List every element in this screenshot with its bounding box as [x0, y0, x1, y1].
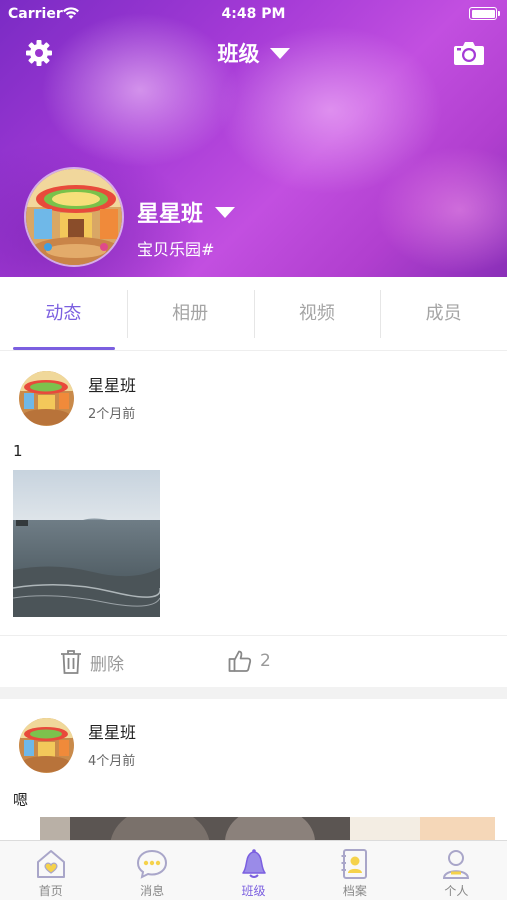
trash-icon: [61, 650, 81, 674]
content-tabs: 动态 相册 视频 成员: [0, 277, 507, 351]
tab-label: 成员: [425, 303, 462, 324]
post-timestamp: 2个月前: [88, 407, 136, 422]
tabbar-label: 个人: [444, 884, 469, 898]
post-text: 嗯: [13, 791, 29, 809]
active-tab-indicator: [13, 347, 115, 350]
tabbar-item-class[interactable]: 班级: [203, 841, 304, 900]
school-name: 宝贝乐园#: [137, 240, 215, 259]
camera-icon[interactable]: [453, 40, 485, 66]
class-header: Carrier 4:48 PM 班级 星星班 宝贝乐园#: [0, 0, 507, 277]
tabbar-item-archive[interactable]: 档案: [304, 841, 405, 900]
post-divider: [0, 687, 507, 699]
tabbar-item-profile[interactable]: 个人: [406, 841, 507, 900]
nav-bar: 班级: [0, 36, 507, 72]
class-avatar[interactable]: [24, 167, 124, 267]
like-button[interactable]: 2: [228, 649, 271, 673]
delete-button[interactable]: 删除: [60, 649, 124, 675]
feed-list[interactable]: 星星班 2个月前 1 删除 2 星星班 4个月前 嗯: [0, 352, 507, 840]
post-header: 星星班 2个月前: [0, 352, 507, 438]
like-count: 2: [260, 651, 271, 671]
chevron-down-icon: [269, 47, 290, 59]
tab-dynamics[interactable]: 动态: [0, 277, 127, 350]
post-header: 星星班 4个月前: [0, 699, 507, 785]
avatar[interactable]: [19, 371, 74, 426]
tabbar-label: 档案: [342, 884, 367, 898]
bell-icon: [241, 849, 266, 878]
tabbar-label: 首页: [38, 884, 63, 898]
post-actions: 删除 2: [0, 635, 507, 687]
class-name: 星星班: [137, 202, 204, 227]
tab-label: 相册: [172, 303, 209, 324]
post-author: 星星班: [88, 723, 137, 742]
tab-video[interactable]: 视频: [253, 277, 381, 350]
tabbar-label: 班级: [241, 884, 266, 898]
post-timestamp: 4个月前: [88, 754, 136, 769]
status-time: 4:48 PM: [221, 6, 286, 22]
tab-label: 视频: [298, 303, 335, 324]
tabbar-item-home[interactable]: 首页: [0, 841, 101, 900]
class-switcher[interactable]: 班级: [0, 38, 507, 68]
avatar[interactable]: [19, 718, 74, 773]
post-photo[interactable]: [13, 470, 160, 617]
tabbar-item-messages[interactable]: 消息: [101, 841, 202, 900]
chevron-down-icon: [215, 206, 236, 218]
nav-title: 班级: [217, 42, 260, 66]
feed-post: 星星班 2个月前 1 删除 2: [0, 352, 507, 687]
post-text: 1: [13, 442, 23, 460]
tab-label: 动态: [45, 303, 82, 324]
tabbar-label: 消息: [140, 884, 165, 898]
delete-label: 删除: [90, 654, 124, 675]
bottom-tab-bar: 首页 消息 班级 档案 个人: [0, 840, 507, 900]
tab-album[interactable]: 相册: [126, 277, 254, 350]
tab-members[interactable]: 成员: [380, 277, 507, 350]
status-bar: Carrier 4:48 PM: [0, 0, 507, 28]
chat-bubble-icon: [137, 849, 168, 879]
thumbs-up-icon: [228, 650, 252, 672]
post-author: 星星班: [88, 376, 137, 395]
home-heart-icon: [36, 850, 65, 878]
battery-icon: [469, 7, 500, 20]
profile-card-icon: [341, 849, 367, 879]
class-name-selector[interactable]: 星星班: [137, 196, 236, 228]
post-photo[interactable]: [40, 817, 495, 840]
person-icon: [443, 850, 470, 879]
feed-post: 星星班 4个月前 嗯: [0, 699, 507, 840]
